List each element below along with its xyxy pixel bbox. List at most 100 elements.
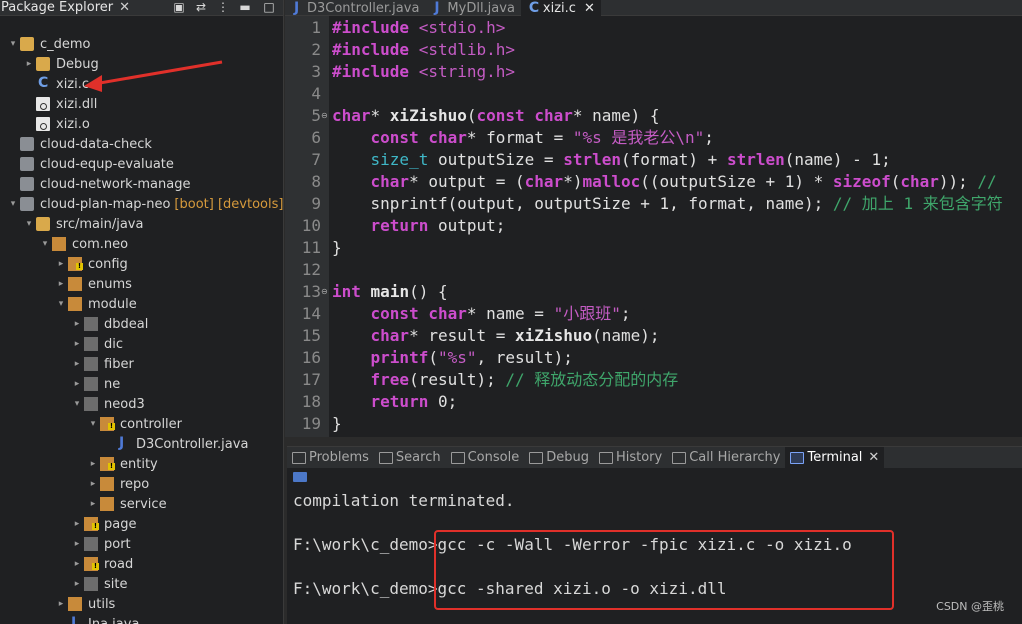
close-tab-icon[interactable]: ✕ — [868, 450, 879, 465]
chevron-down-icon[interactable]: ▾ — [8, 199, 18, 209]
bottom-tab[interactable]: Problems — [287, 447, 374, 469]
tree-item[interactable]: ▸ dbdeal — [0, 314, 283, 334]
tree-item[interactable]: xizi.o — [0, 114, 283, 134]
chevron-right-icon[interactable]: ▸ — [72, 519, 82, 529]
chevron-right-icon[interactable]: ▸ — [88, 459, 98, 469]
chevron-down-icon[interactable]: ▾ — [8, 39, 18, 49]
bottom-tab[interactable]: Call Hierarchy — [667, 447, 785, 469]
terminal-icon[interactable] — [293, 472, 307, 482]
tree-item[interactable]: ▾ src/main/java — [0, 214, 283, 234]
view-menu-icon[interactable]: ⋮ — [216, 0, 230, 14]
chevron-right-icon[interactable]: ▸ — [72, 579, 82, 589]
fold-icon[interactable]: ⊖ — [321, 281, 329, 303]
code-line[interactable]: printf("%s", result); — [332, 347, 573, 369]
code-line[interactable]: char* output = (char*)malloc((outputSize… — [332, 171, 997, 193]
chevron-right-icon[interactable]: ▸ — [72, 359, 82, 369]
terminal-output[interactable]: compilation terminated. F:\work\c_demo>gc… — [287, 486, 1022, 624]
maven-project-icon — [20, 197, 34, 211]
chevron-right-icon[interactable]: ▸ — [72, 539, 82, 549]
code-line[interactable]: char* xiZishuo(const char* name) { — [332, 105, 660, 127]
code-line[interactable]: const char* name = "小跟班"; — [332, 303, 631, 325]
chevron-right-icon[interactable]: ▸ — [56, 599, 66, 609]
editor-tab[interactable]: D3Controller.java — [285, 0, 425, 16]
maximize-icon[interactable]: □ — [262, 0, 276, 14]
tree-item[interactable]: ▾ controller — [0, 414, 283, 434]
code-line[interactable]: const char* format = "%s 是我老公\n"; — [332, 127, 714, 149]
chevron-right-icon[interactable]: ▸ — [72, 559, 82, 569]
chevron-down-icon[interactable]: ▾ — [88, 419, 98, 429]
tree-item[interactable]: ▸ road — [0, 554, 283, 574]
editor-tab[interactable]: xizi.c ✕ — [520, 0, 601, 16]
tree-item[interactable]: cloud-equp-evaluate — [0, 154, 283, 174]
code-line[interactable]: return output; — [332, 215, 506, 237]
tree-item[interactable]: ▸ enums — [0, 274, 283, 294]
tree-item[interactable]: cloud-data-check — [0, 134, 283, 154]
chevron-down-icon[interactable]: ▾ — [24, 219, 34, 229]
bottom-tab-label: Terminal — [807, 450, 863, 465]
code-editor[interactable]: 1 2 3 4 5 ⊖ 6 7 8 9 10 11 12 13 ⊖ 14 15 16 17 18 19 #include… — [285, 16, 1022, 437]
tree-item[interactable]: ▸ site — [0, 574, 283, 594]
tree-item[interactable]: ▸ entity — [0, 454, 283, 474]
tree-item[interactable]: ▸ ne — [0, 374, 283, 394]
tree-item[interactable]: ▸ repo — [0, 474, 283, 494]
code-line[interactable]: free(result); // 释放动态分配的内存 — [332, 369, 679, 391]
tree-item[interactable]: ▸ dic — [0, 334, 283, 354]
tree-item[interactable]: ▾ c_demo — [0, 34, 283, 54]
fold-icon[interactable]: ⊖ — [321, 105, 329, 127]
terminal-toolbar — [287, 468, 1022, 486]
chevron-down-icon[interactable]: ▾ — [40, 239, 50, 249]
chevron-right-icon[interactable]: ▸ — [72, 319, 82, 329]
tree-item-label: entity — [120, 456, 158, 472]
code-line[interactable]: int main() { — [332, 281, 448, 303]
chevron-right-icon[interactable]: ▸ — [56, 279, 66, 289]
bottom-tab[interactable]: Search — [374, 447, 446, 469]
chevron-down-icon[interactable]: ▾ — [56, 299, 66, 309]
tree-item[interactable]: xizi.dll — [0, 94, 283, 114]
code-line[interactable]: #include <string.h> — [332, 61, 515, 83]
tree-item[interactable]: ▾ com.neo — [0, 234, 283, 254]
code-line[interactable]: return 0; — [332, 391, 458, 413]
code-line[interactable]: char* result = xiZishuo(name); — [332, 325, 660, 347]
tree-item[interactable]: Jna.java — [0, 614, 283, 624]
bottom-tab[interactable]: Debug — [524, 447, 594, 469]
tree-item[interactable]: ▸ fiber — [0, 354, 283, 374]
chevron-right-icon[interactable]: ▸ — [88, 479, 98, 489]
package-icon — [68, 597, 82, 611]
tree-item[interactable]: ▸ Debug — [0, 54, 283, 74]
tree-item[interactable]: ▸ port — [0, 534, 283, 554]
package-explorer-title[interactable]: Package Explorer — [0, 0, 117, 15]
bottom-tab[interactable]: Console — [446, 447, 525, 469]
package-icon — [52, 237, 66, 251]
close-tab-icon[interactable]: ✕ — [584, 1, 595, 16]
tree-item[interactable]: ▸ page — [0, 514, 283, 534]
tree-item[interactable]: ▸ service — [0, 494, 283, 514]
tree-item[interactable]: xizi.c — [0, 74, 283, 94]
code-line[interactable]: } — [332, 237, 342, 259]
chevron-right-icon[interactable]: ▸ — [24, 59, 34, 69]
bottom-tab[interactable]: History — [594, 447, 667, 469]
chevron-right-icon[interactable]: ▸ — [72, 339, 82, 349]
tree-item[interactable]: ▸ config — [0, 254, 283, 274]
tree-item[interactable]: cloud-network-manage — [0, 174, 283, 194]
chevron-right-icon[interactable]: ▸ — [56, 259, 66, 269]
code-line[interactable]: #include <stdio.h> — [332, 17, 505, 39]
tree-item[interactable]: ▾ cloud-plan-map-neo [boot] [devtools] — [0, 194, 283, 214]
link-with-editor-icon[interactable]: ⇄ — [194, 0, 208, 14]
tree-item[interactable]: ▾ neod3 — [0, 394, 283, 414]
code-line[interactable]: size_t outputSize = strlen(format) + str… — [332, 149, 891, 171]
tree-item[interactable]: D3Controller.java — [0, 434, 283, 454]
code-line[interactable]: snprintf(output, outputSize + 1, format,… — [332, 193, 1003, 215]
chevron-right-icon[interactable]: ▸ — [88, 499, 98, 509]
tree-item[interactable]: ▾ module — [0, 294, 283, 314]
bottom-tab[interactable]: Terminal ✕ — [785, 446, 885, 469]
editor-tab[interactable]: MyDll.java — [425, 0, 521, 16]
code-line[interactable]: } — [332, 413, 342, 435]
chevron-down-icon[interactable]: ▾ — [72, 399, 82, 409]
watermark: CSDN @歪桃 — [936, 600, 1004, 613]
close-icon[interactable]: ✕ — [119, 0, 130, 15]
collapse-all-icon[interactable]: ▣ — [172, 0, 186, 14]
chevron-right-icon[interactable]: ▸ — [72, 379, 82, 389]
code-line[interactable]: #include <stdlib.h> — [332, 39, 515, 61]
tree-item[interactable]: ▸ utils — [0, 594, 283, 614]
minimize-icon[interactable]: ▬ — [238, 0, 252, 14]
